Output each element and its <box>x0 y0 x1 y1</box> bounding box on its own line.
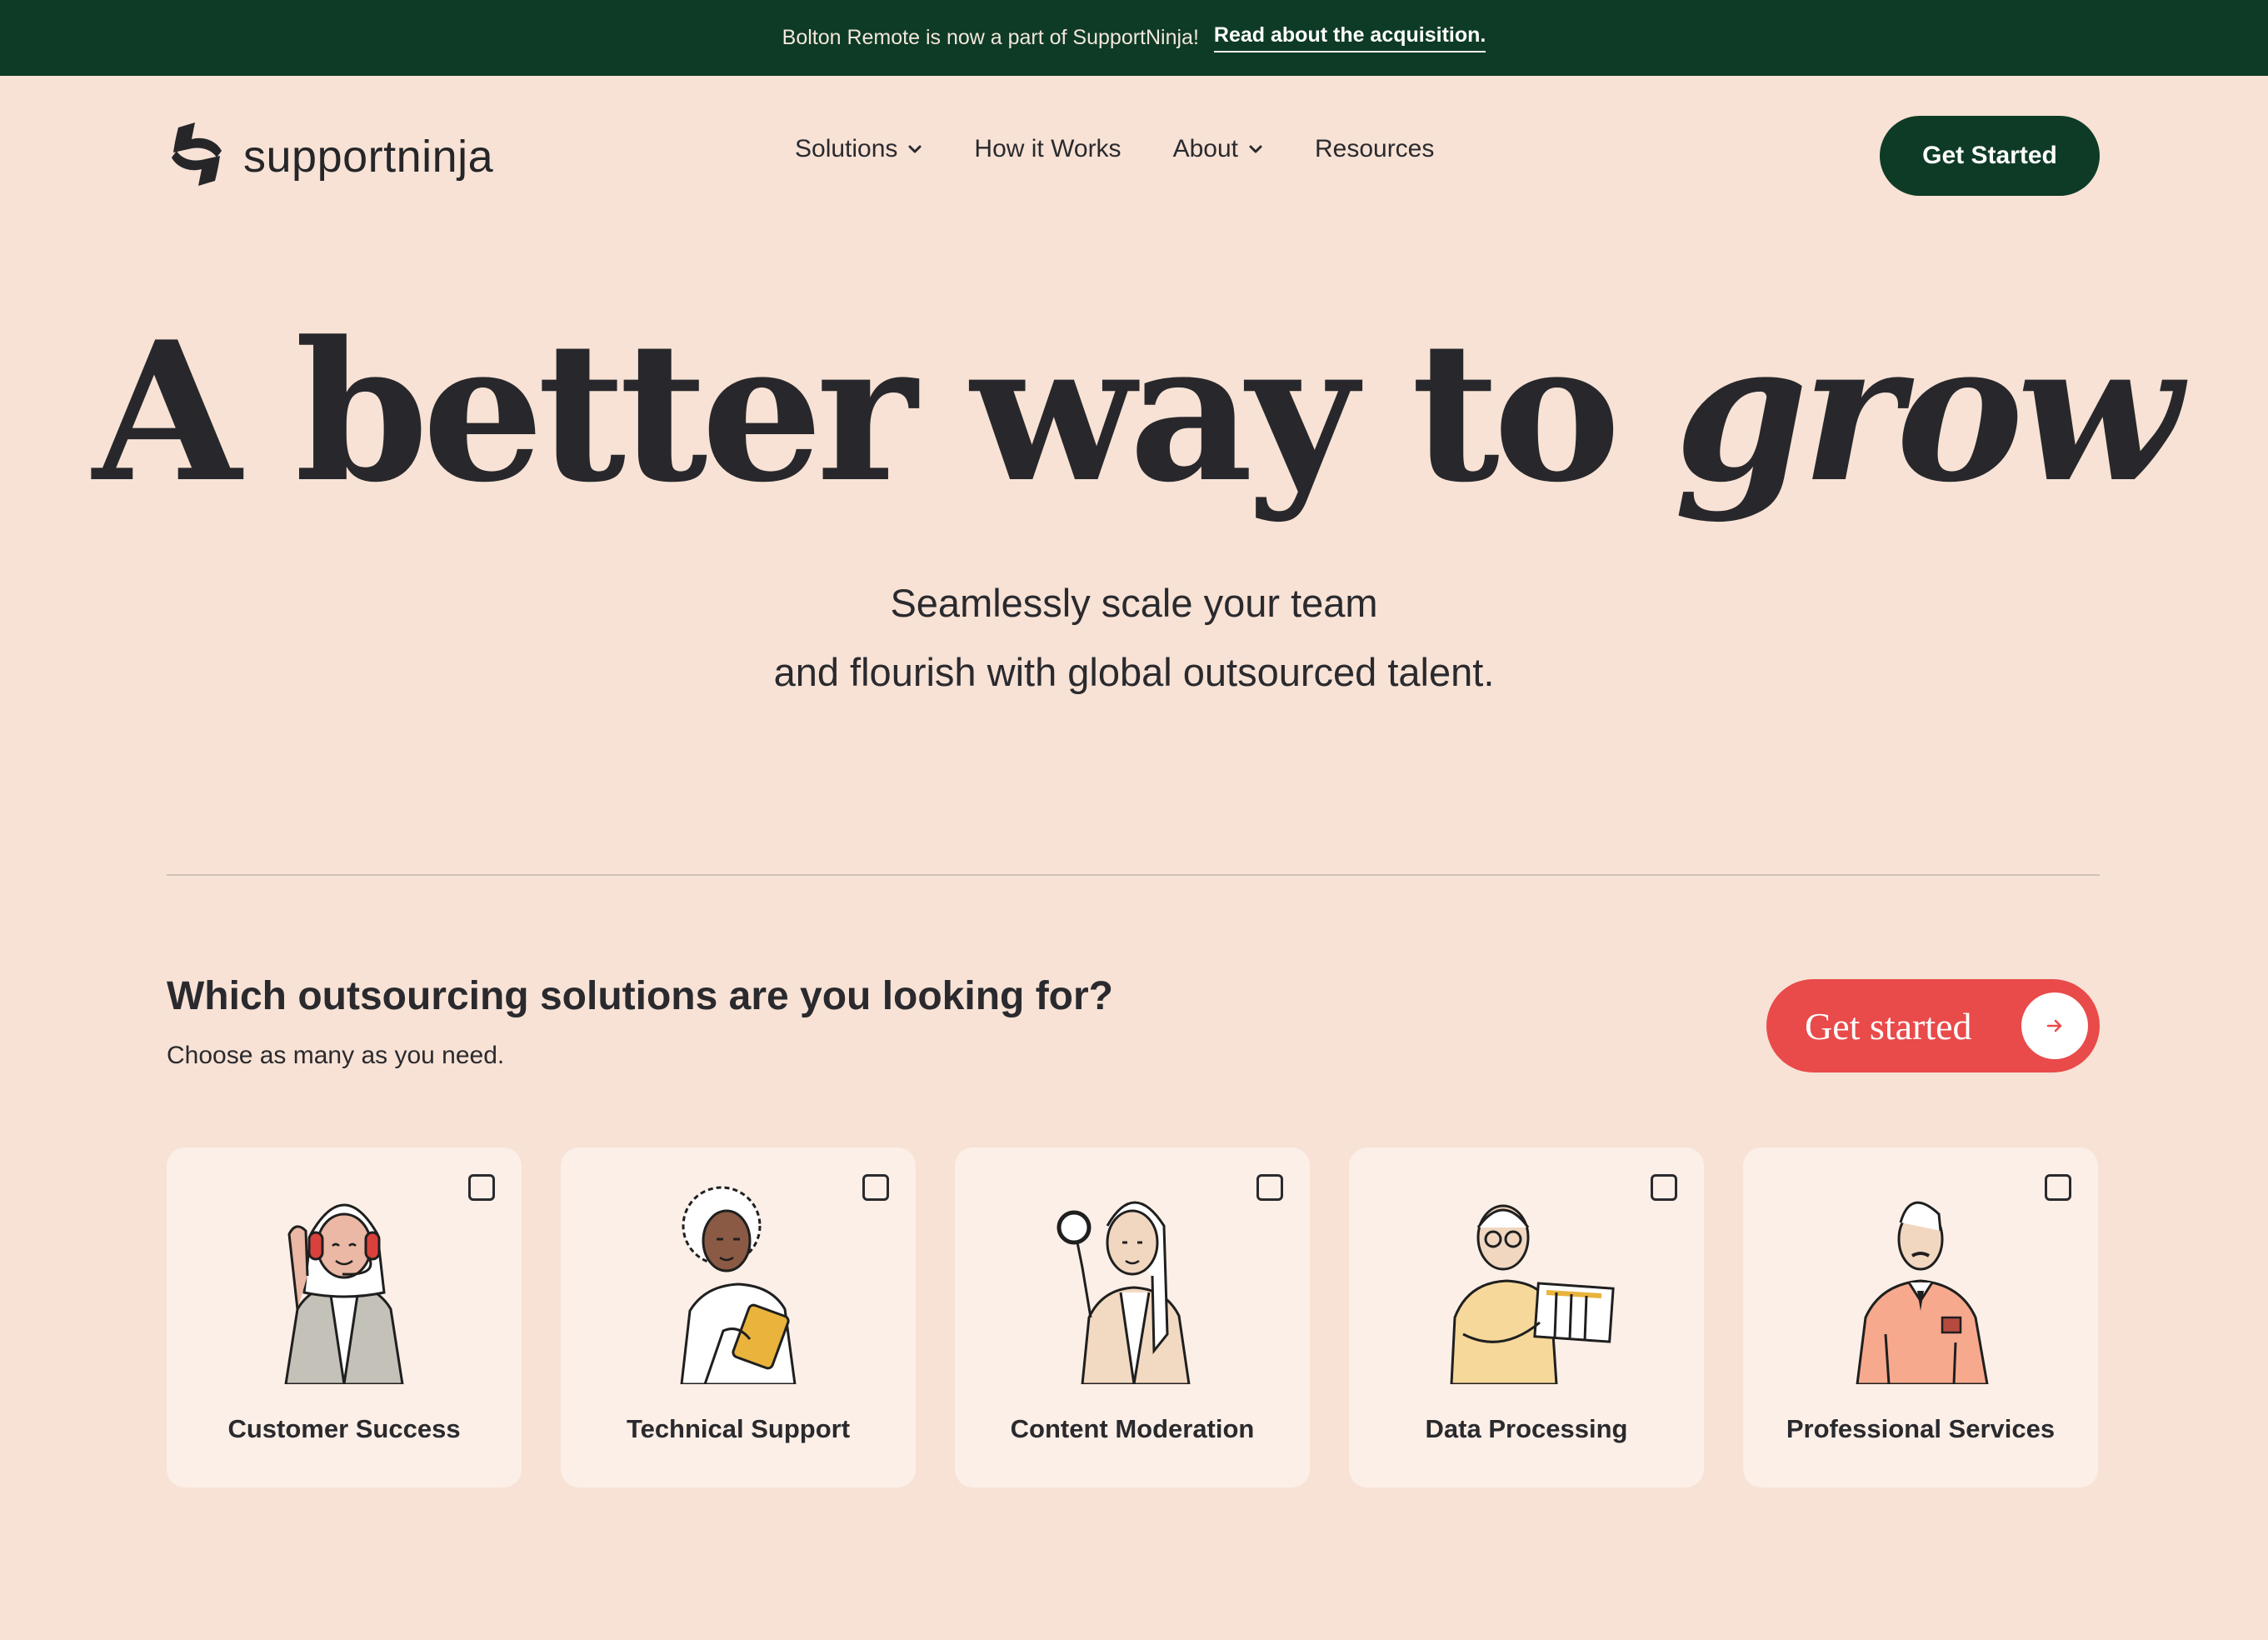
headset-agent-icon <box>167 1184 522 1384</box>
nav-solutions[interactable]: Solutions <box>795 135 922 163</box>
hero-subtitle: Seamlessly scale your team and flourish … <box>0 568 2268 707</box>
hero-title: A better way to grow <box>0 317 2268 508</box>
solutions-question: Which outsourcing solutions are you look… <box>167 974 1113 1018</box>
main-nav: Solutions How it Works About Resources <box>795 135 1434 163</box>
solution-card-professional-services[interactable]: Professional Services <box>1743 1148 2098 1488</box>
solution-label: Content Moderation <box>1010 1414 1255 1443</box>
announcement-text: Bolton Remote is now a part of SupportNi… <box>782 26 1199 49</box>
acquisition-link[interactable]: Read about the acquisition. <box>1213 23 1486 52</box>
nav-label: Solutions <box>795 135 898 162</box>
nav-resources[interactable]: Resources <box>1315 135 1434 163</box>
hero-subtitle-line1: Seamlessly scale your team <box>890 581 1378 625</box>
solution-label: Data Processing <box>1425 1414 1628 1443</box>
magnifier-moderator-icon <box>955 1184 1310 1384</box>
chevron-down-icon <box>908 145 922 153</box>
logo-text: supportninja <box>243 131 494 182</box>
ninja-logo-icon <box>167 121 227 192</box>
tablet-tech-icon <box>561 1184 916 1384</box>
solutions-get-started-button[interactable]: Get started <box>1766 979 2100 1072</box>
announcement-bar: Bolton Remote is now a part of SupportNi… <box>0 0 2268 76</box>
hero-title-main: A better way to <box>92 300 1675 525</box>
solution-card-technical-support[interactable]: Technical Support <box>561 1148 916 1488</box>
solution-label: Customer Success <box>227 1414 461 1443</box>
get-started-button[interactable]: Get Started <box>1880 116 2100 196</box>
solution-label: Technical Support <box>626 1414 851 1443</box>
solution-label: Professional Services <box>1786 1414 2056 1443</box>
logo[interactable]: supportninja <box>167 121 493 192</box>
solutions-hint: Choose as many as you need. <box>167 1042 505 1069</box>
solution-card-data-processing[interactable]: Data Processing <box>1349 1148 1704 1488</box>
solution-cards: Customer Success Technical Support Conte… <box>167 1148 2098 1488</box>
arrow-right-icon <box>2021 992 2088 1059</box>
nav-about[interactable]: About <box>1173 135 1263 163</box>
nav-label: Resources <box>1314 135 1435 162</box>
hero-subtitle-line2: and flourish with global outsourced tale… <box>773 650 1495 694</box>
nav-label: About <box>1172 135 1238 162</box>
solution-card-customer-success[interactable]: Customer Success <box>167 1148 522 1488</box>
section-divider <box>167 874 2100 876</box>
hero-title-italic: grow <box>1674 300 2181 525</box>
chevron-down-icon <box>1249 145 1262 153</box>
solutions-cta-label: Get started <box>1805 1004 1972 1048</box>
chart-board-icon <box>1349 1184 1704 1384</box>
nav-how-it-works[interactable]: How it Works <box>974 135 1121 163</box>
sweater-professional-icon <box>1743 1184 2098 1384</box>
solution-card-content-moderation[interactable]: Content Moderation <box>955 1148 1310 1488</box>
nav-label: How it Works <box>974 135 1122 162</box>
